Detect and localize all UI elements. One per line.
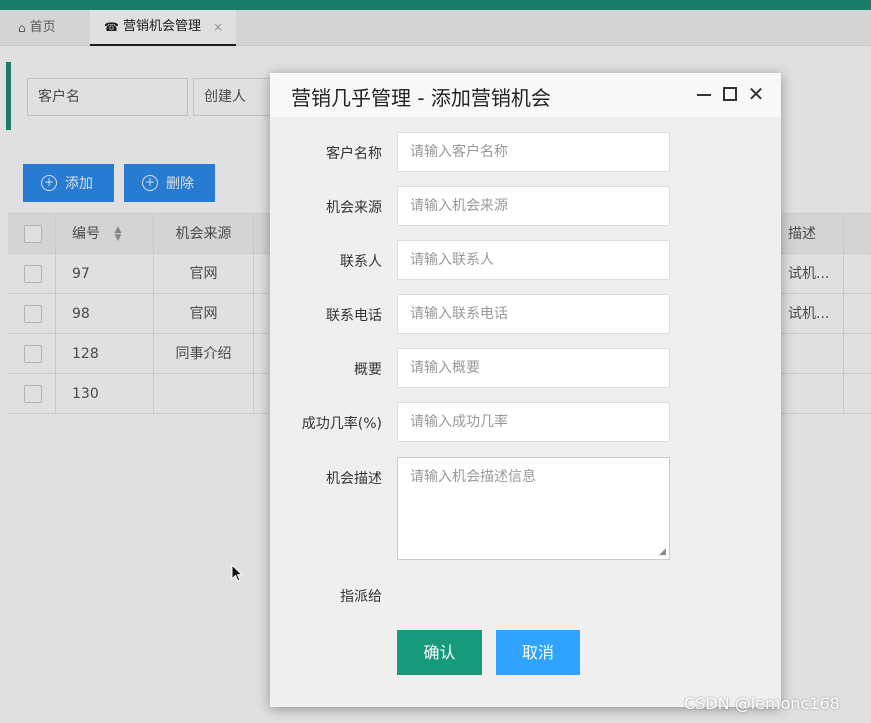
source-label: 机会来源 xyxy=(326,200,382,216)
summary-label: 概要 xyxy=(354,362,382,378)
source-field[interactable]: 请输入机会来源 xyxy=(397,186,670,226)
customer-name-label: 客户名称 xyxy=(326,146,382,162)
dialog-title: 营销几乎管理 - 添加营销机会 xyxy=(291,86,551,110)
maximize-icon[interactable] xyxy=(720,84,740,104)
phone-field[interactable]: 请输入联系电话 xyxy=(397,294,670,334)
confirm-button[interactable]: 确认 xyxy=(397,630,482,675)
add-opportunity-dialog: 营销几乎管理 - 添加营销机会 ✕ 客户名称 请输入客户名称 机会来源 请输入机… xyxy=(270,73,781,707)
resize-handle-icon[interactable]: ◢ xyxy=(659,548,668,557)
mouse-cursor-icon xyxy=(231,564,244,582)
customer-name-field[interactable]: 请输入客户名称 xyxy=(397,132,670,172)
close-icon[interactable]: ✕ xyxy=(746,84,766,104)
description-textarea[interactable]: 请输入机会描述信息 xyxy=(397,457,670,560)
success-rate-field[interactable]: 请输入成功几率 xyxy=(397,402,670,442)
contact-field[interactable]: 请输入联系人 xyxy=(397,240,670,280)
cancel-button[interactable]: 取消 xyxy=(496,630,580,675)
minimize-icon[interactable] xyxy=(694,84,714,104)
phone-label: 联系电话 xyxy=(326,308,382,324)
success-rate-label: 成功几率(%) xyxy=(301,416,382,432)
contact-label: 联系人 xyxy=(340,254,382,270)
description-label: 机会描述 xyxy=(326,471,382,487)
assign-to-label: 指派给 xyxy=(340,589,382,605)
summary-field[interactable]: 请输入概要 xyxy=(397,348,670,388)
dialog-header[interactable]: 营销几乎管理 - 添加营销机会 ✕ xyxy=(270,73,781,117)
watermark: CSDN @lemonc168 xyxy=(684,694,840,713)
